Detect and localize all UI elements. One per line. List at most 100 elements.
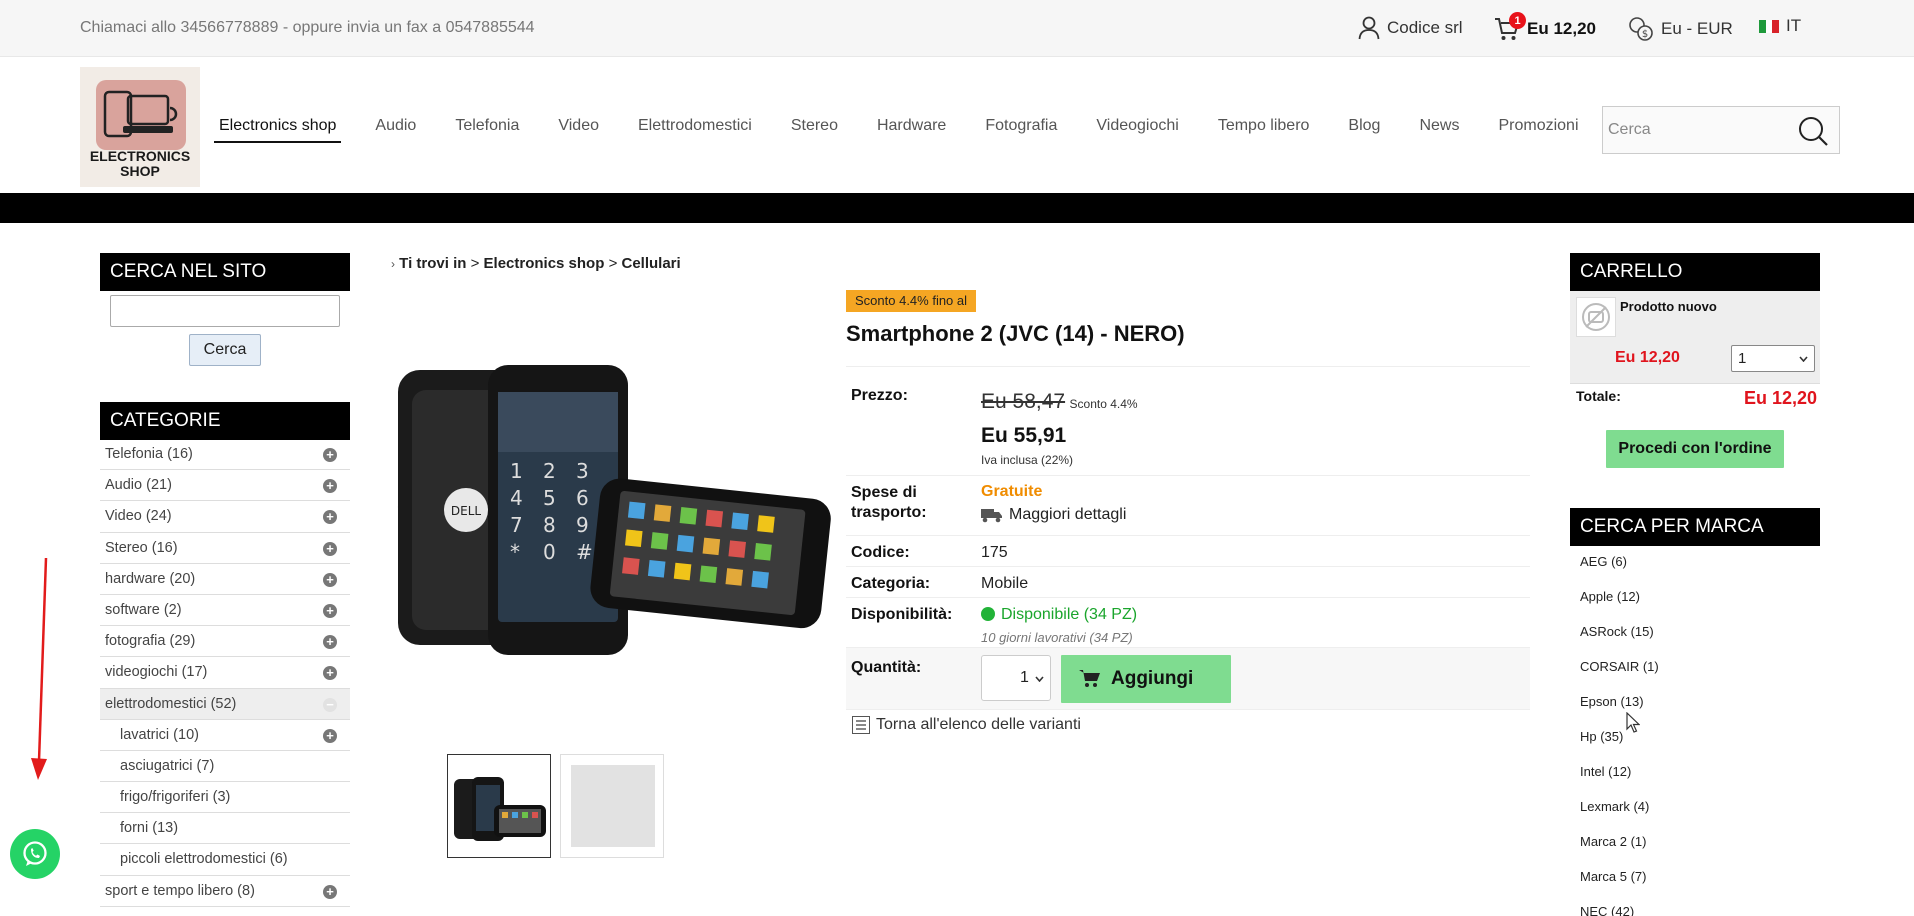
- cart-quantity-select[interactable]: 1: [1731, 345, 1815, 372]
- search-icon[interactable]: [1797, 115, 1829, 147]
- checkout-button[interactable]: Procedi con l'ordine: [1606, 430, 1784, 468]
- brand-item[interactable]: Marca 5 (7): [1580, 869, 1659, 904]
- code-label: Codice:: [851, 544, 910, 561]
- quantity-select[interactable]: 1: [981, 655, 1051, 701]
- thumbnail-1[interactable]: [447, 754, 551, 858]
- account-name: Codice srl: [1387, 18, 1463, 37]
- breadcrumb-electronics-shop[interactable]: Electronics shop: [484, 255, 605, 272]
- shipping-details-link[interactable]: Maggiori dettagli: [981, 506, 1126, 524]
- product-main-image[interactable]: DELL 123 456 789 * 0 #: [396, 360, 832, 660]
- contact-info: Chiamaci allo 34566778889 - oppure invia…: [80, 19, 535, 36]
- brand-item[interactable]: Lexmark (4): [1580, 799, 1659, 834]
- subcategory-item[interactable]: frigo/frigoriferi (3): [100, 782, 350, 814]
- category-item[interactable]: fotografia (29) +: [100, 626, 350, 658]
- no-image-icon: [1576, 297, 1616, 337]
- expand-icon[interactable]: +: [323, 479, 337, 494]
- site-logo[interactable]: ELECTRONICS SHOP: [80, 67, 200, 187]
- cart-product-name[interactable]: Prodotto nuovo: [1620, 299, 1717, 314]
- availability-status-icon: [981, 607, 995, 621]
- mouse-cursor-icon: [1626, 712, 1640, 733]
- main-navigation: Electronics shop Audio Telefonia Video E…: [214, 117, 1613, 143]
- account-link[interactable]: Codice srl: [1358, 16, 1463, 40]
- nav-stereo[interactable]: Stereo: [786, 117, 843, 143]
- nav-hardware[interactable]: Hardware: [872, 117, 951, 143]
- subcategory-item[interactable]: forni (13): [100, 813, 350, 845]
- category-item[interactable]: sport e tempo libero (8) +: [100, 876, 350, 907]
- svg-text:2: 2: [543, 459, 556, 483]
- nav-electronics-shop[interactable]: Electronics shop: [214, 117, 342, 143]
- category-item[interactable]: Telefonia (16) +: [100, 439, 350, 471]
- category-item[interactable]: videogiochi (17) +: [100, 657, 350, 689]
- nav-video[interactable]: Video: [553, 117, 604, 143]
- brand-item[interactable]: ASRock (15): [1580, 624, 1659, 659]
- expand-icon[interactable]: +: [323, 603, 337, 618]
- thumbnail-2[interactable]: [560, 754, 664, 858]
- svg-text:9: 9: [576, 513, 589, 537]
- cart-divider: [1570, 383, 1820, 384]
- cart-item: Prodotto nuovo Eu 12,20 1: [1570, 291, 1820, 383]
- nav-audio[interactable]: Audio: [370, 117, 421, 143]
- category-label: Categoria:: [851, 575, 931, 592]
- category-row: Categoria: Mobile: [846, 566, 1530, 597]
- collapse-icon[interactable]: −: [323, 697, 337, 712]
- whatsapp-chat-button[interactable]: [10, 829, 60, 879]
- nav-tempo-libero[interactable]: Tempo libero: [1213, 117, 1315, 143]
- nav-telefonia[interactable]: Telefonia: [450, 117, 524, 143]
- brand-item[interactable]: Epson (13): [1580, 694, 1659, 729]
- subcategory-item[interactable]: asciugatrici (7): [100, 751, 350, 783]
- nav-elettrodomestici[interactable]: Elettrodomestici: [633, 117, 757, 143]
- category-item[interactable]: Video (24) +: [100, 501, 350, 533]
- category-item[interactable]: Audio (21) +: [100, 470, 350, 502]
- nav-blog[interactable]: Blog: [1343, 117, 1385, 143]
- category-item[interactable]: hardware (20) +: [100, 564, 350, 595]
- expand-icon[interactable]: +: [323, 884, 337, 899]
- svg-text:0: 0: [543, 540, 556, 564]
- availability-label: Disponibilità:: [851, 606, 953, 623]
- nav-news[interactable]: News: [1414, 117, 1464, 143]
- chevron-down-icon: [1035, 676, 1044, 682]
- header-search-input[interactable]: Cerca: [1602, 106, 1840, 154]
- category-value: Mobile: [981, 575, 1029, 592]
- nav-promozioni[interactable]: Promozioni: [1493, 117, 1583, 143]
- language-selector[interactable]: IT: [1759, 16, 1801, 36]
- expand-icon[interactable]: +: [323, 510, 337, 525]
- brands-title: CERCA PER MARCA: [1570, 508, 1820, 546]
- cart-total-label: Totale:: [1576, 388, 1621, 404]
- nav-fotografia[interactable]: Fotografia: [980, 117, 1062, 143]
- back-to-variants-link[interactable]: Torna all'elenco delle varianti: [852, 716, 1081, 734]
- code-value: 175: [981, 544, 1008, 561]
- site-search-button[interactable]: Cerca: [189, 334, 261, 366]
- site-search-input[interactable]: [110, 295, 340, 327]
- brand-item[interactable]: NEC (42): [1580, 904, 1659, 916]
- svg-text:1: 1: [510, 459, 523, 483]
- currency-selector[interactable]: $ Eu - EUR: [1628, 16, 1733, 42]
- expand-icon[interactable]: +: [323, 666, 337, 681]
- price-label: Prezzo:: [851, 387, 908, 404]
- brand-list: AEG (6) Apple (12) ASRock (15) CORSAIR (…: [1580, 554, 1659, 916]
- expand-icon[interactable]: +: [323, 541, 337, 556]
- subcategory-item[interactable]: lavatrici (10) +: [100, 720, 350, 751]
- breadcrumb-cellulari[interactable]: Cellulari: [622, 255, 681, 272]
- add-to-cart-button[interactable]: Aggiungi: [1061, 655, 1231, 703]
- brand-item[interactable]: AEG (6): [1580, 554, 1659, 589]
- category-item[interactable]: Stereo (16) +: [100, 533, 350, 564]
- expand-icon[interactable]: +: [323, 572, 337, 587]
- availability-value: Disponibile (34 PZ): [1001, 606, 1138, 623]
- nav-videogiochi[interactable]: Videogiochi: [1091, 117, 1183, 143]
- subcategory-item[interactable]: piccoli elettrodomestici (6): [100, 844, 350, 876]
- brand-item[interactable]: Intel (12): [1580, 764, 1659, 799]
- brand-item[interactable]: Hp (35): [1580, 729, 1659, 764]
- expand-icon[interactable]: +: [323, 635, 337, 650]
- brand-item[interactable]: CORSAIR (1): [1580, 659, 1659, 694]
- expand-icon[interactable]: +: [323, 448, 337, 462]
- svg-text:#: #: [576, 540, 593, 564]
- header-cart-link[interactable]: 1 Eu 12,20: [1494, 12, 1596, 42]
- category-item[interactable]: software (2) +: [100, 595, 350, 627]
- brand-item[interactable]: Apple (12): [1580, 589, 1659, 624]
- expand-icon[interactable]: +: [323, 728, 337, 743]
- category-list: Telefonia (16) + Audio (21) + Video (24) + …: [100, 439, 350, 907]
- cart-count-badge: 1: [1509, 12, 1526, 29]
- category-item-open[interactable]: elettrodomestici (52) −: [100, 688, 350, 720]
- header-divider-band: [0, 193, 1914, 223]
- brand-item[interactable]: Marca 2 (1): [1580, 834, 1659, 869]
